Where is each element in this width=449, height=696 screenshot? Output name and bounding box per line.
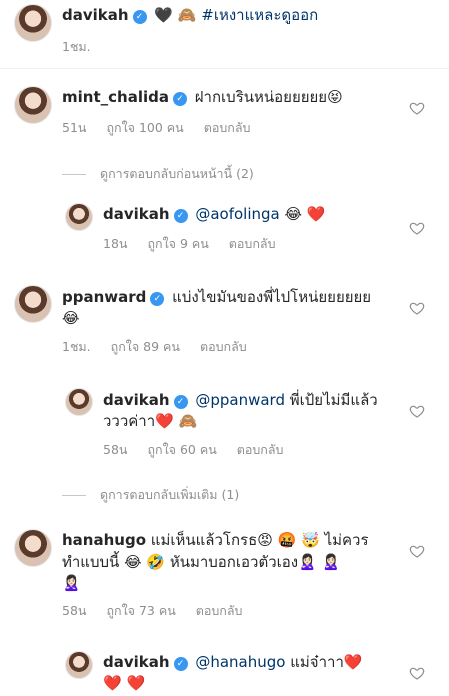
caption-emojis: 🖤 🙈 <box>154 6 197 24</box>
reply-button[interactable]: ตอบกลับ <box>204 120 251 135</box>
comment-text-line2: ทำแบบนี้ 😂 🤣 หันมาบอกเอวตัวเอง🙎🏻‍♀️ 🙎🏻‍♀… <box>62 552 340 573</box>
username[interactable]: hanahugo <box>62 531 146 549</box>
reply-text: davikah ✓ @hanahugo แม่จ๋าาา❤️ <box>103 652 363 673</box>
comment-text-line2: 😂 <box>62 308 80 329</box>
reply-button[interactable]: ตอบกลับ <box>200 339 247 354</box>
divider <box>0 68 449 69</box>
comment-text: ppanward ✓ แบ่งไขมันของพี่ไปโหน่ยยยยยย <box>62 287 371 308</box>
timestamp: 18น <box>103 236 128 251</box>
mention-link[interactable]: @ppanward <box>195 391 285 409</box>
comment-body-end: ไม่ควร <box>324 531 369 549</box>
username[interactable]: davikah <box>103 205 170 223</box>
divider <box>62 494 86 496</box>
comment-meta: 1ชม. ถูกใจ 89 คน ตอบกลับ <box>62 337 263 357</box>
username[interactable]: davikah <box>103 653 170 671</box>
comment-text-line3: 🙎🏻‍♀️ <box>62 573 81 594</box>
mention-link[interactable]: @hanahugo <box>195 653 285 671</box>
reply-button[interactable]: ตอบกลับ <box>237 442 284 457</box>
reply-button[interactable]: ตอบกลับ <box>196 603 243 618</box>
comment-emoji: 😂 <box>62 309 80 327</box>
reply-text-line2: วววค่าา❤️ 🙈 <box>103 411 197 432</box>
reply-body: พี่เป้ยไม่มีแล้ว <box>289 391 378 409</box>
heart-icon[interactable] <box>409 300 425 316</box>
comment-text: mint_chalida ✓ ฝากเบรินหน่อยยยยย😝 <box>62 87 343 108</box>
reply-meta: 58น ถูกใจ 60 คน ตอบกลับ <box>103 440 299 460</box>
reply-emojis: ❤️ 🙈 <box>155 412 198 430</box>
view-replies-label: ดูการตอบกลับก่อนหน้านี้ (2) <box>100 166 254 181</box>
comment-body: แม่เห็นแล้วโกรธ <box>150 531 258 549</box>
reply-text-line2: ❤️ ❤️ <box>103 673 145 694</box>
reply-emojis: ❤️ ❤️ <box>103 674 146 692</box>
timestamp: 51น <box>62 120 87 135</box>
avatar[interactable] <box>65 651 93 679</box>
comment-body-line2: ทำแบบนี้ <box>62 553 120 571</box>
avatar[interactable] <box>14 285 52 323</box>
verified-icon: ✓ <box>173 395 188 409</box>
comment-emojis: 😡 🤬 🤯 <box>257 531 320 549</box>
comment-text: hanahugo แม่เห็นแล้วโกรธ😡 🤬 🤯 ไม่ควร <box>62 530 369 551</box>
comment-meta: 58น ถูกใจ 73 คน ตอบกลับ <box>62 601 258 621</box>
view-replies-button[interactable]: ดูการตอบกลับก่อนหน้านี้ (2) <box>62 164 254 184</box>
reply-emoji: ❤️ <box>343 653 363 671</box>
divider <box>62 173 86 175</box>
hashtag-link[interactable]: #เหงาแหละดูออก <box>201 6 318 24</box>
heart-icon[interactable] <box>409 100 425 116</box>
comment-body: ฝากเบรินหน่อยยยยย <box>194 88 328 106</box>
reply-text: davikah ✓ @aofolinga 😂 ❤️ <box>103 204 326 225</box>
reply-text: davikah ✓ @ppanward พี่เป้ยไม่มีแล้ว <box>103 390 378 411</box>
comment-emoji: 😝 <box>327 88 343 106</box>
reply-body: แม่จ๋าาา <box>290 653 344 671</box>
verified-icon: ✓ <box>173 657 188 671</box>
likes-count[interactable]: ถูกใจ 60 คน <box>147 442 216 457</box>
mention-link[interactable]: @aofolinga <box>195 205 279 223</box>
comment-emojis: 😂 🤣 <box>124 553 166 571</box>
timestamp: 58น <box>103 442 128 457</box>
heart-icon[interactable] <box>409 543 425 559</box>
likes-count[interactable]: ถูกใจ 100 คน <box>106 120 183 135</box>
heart-icon[interactable] <box>409 665 425 681</box>
avatar[interactable] <box>14 529 52 567</box>
comment-emoji: 🙎🏻‍♀️ <box>62 574 81 592</box>
verified-icon: ✓ <box>172 92 187 106</box>
comment-body: แบ่งไขมันของพี่ไปโหน่ยยยยยย <box>172 288 372 306</box>
reply-body-line2: วววค่าา <box>103 412 156 430</box>
verified-icon: ✓ <box>173 209 188 223</box>
reply-meta: 18น ถูกใจ 9 คน ตอบกลับ <box>103 234 292 254</box>
heart-icon[interactable] <box>409 220 425 236</box>
avatar[interactable] <box>65 203 93 231</box>
username[interactable]: davikah <box>103 391 170 409</box>
comment-meta: 51น ถูกใจ 100 คน ตอบกลับ <box>62 118 266 138</box>
timestamp: 1ชม. <box>62 339 91 354</box>
verified-icon: ✓ <box>132 10 147 24</box>
comment-emojis: 🙎🏻‍♀️ 🙎🏻‍♀️ <box>298 553 341 571</box>
avatar[interactable] <box>14 4 52 42</box>
avatar[interactable] <box>14 86 52 124</box>
timestamp: 1ชม. <box>62 39 91 54</box>
likes-count[interactable]: ถูกใจ 9 คน <box>147 236 208 251</box>
comment-body-line2b: หันมาบอกเอวตัวเอง <box>169 553 299 571</box>
username[interactable]: davikah <box>62 6 129 24</box>
likes-count[interactable]: ถูกใจ 89 คน <box>111 339 180 354</box>
verified-icon: ✓ <box>150 292 165 306</box>
avatar[interactable] <box>65 388 93 416</box>
heart-icon[interactable] <box>409 403 425 419</box>
timestamp: 58น <box>62 603 87 618</box>
view-more-replies-label: ดูการตอบกลับเพิ่มเติม (1) <box>100 487 240 502</box>
reply-emojis: 😂 ❤️ <box>284 205 326 223</box>
caption-meta: 1ชม. <box>62 37 107 57</box>
username[interactable]: ppanward <box>62 288 146 306</box>
likes-count[interactable]: ถูกใจ 73 คน <box>106 603 175 618</box>
reply-button[interactable]: ตอบกลับ <box>229 236 276 251</box>
username[interactable]: mint_chalida <box>62 88 169 106</box>
caption-line: davikah ✓ 🖤 🙈 #เหงาแหละดูออก <box>62 5 318 26</box>
view-more-replies-button[interactable]: ดูการตอบกลับเพิ่มเติม (1) <box>62 485 239 505</box>
